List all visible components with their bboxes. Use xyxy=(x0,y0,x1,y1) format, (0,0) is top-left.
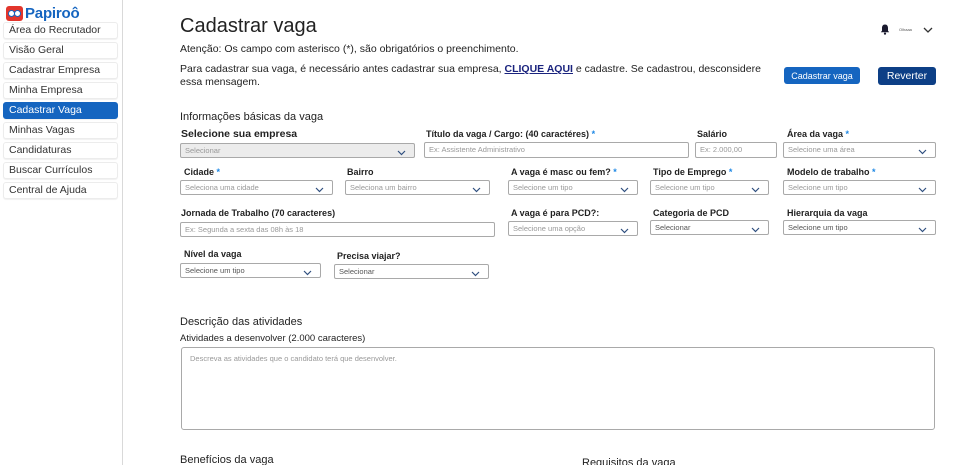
bairro-select[interactable]: Seleciona um bairro xyxy=(345,180,490,195)
titulo-input[interactable]: Ex: Assistente Administrativo xyxy=(424,142,689,158)
nivel-label: Nível da vaga xyxy=(184,249,242,259)
logo-mark-icon xyxy=(6,5,23,21)
brand-logo[interactable]: Papiroô xyxy=(0,0,122,22)
titulo-label-text: Título da vaga / Cargo: (40 caractéres) xyxy=(426,129,590,139)
pcd-label: A vaga é para PCD?: xyxy=(511,208,600,218)
section-basic-info: Informações básicas da vaga xyxy=(180,111,324,123)
sexo-label: A vaga é masc ou fem? * xyxy=(511,167,617,177)
sidebar-item-1[interactable]: Visão Geral xyxy=(3,42,118,59)
area-placeholder: Selecione uma área xyxy=(788,145,855,154)
categoria-pcd-select[interactable]: Selecionar xyxy=(650,220,769,235)
sidebar-item-5[interactable]: Minhas Vagas xyxy=(3,122,118,139)
tipo-emprego-label: Tipo de Emprego * xyxy=(653,167,732,177)
sidebar-item-6[interactable]: Candidaturas xyxy=(3,142,118,159)
area-select[interactable]: Selecione uma área xyxy=(783,142,936,158)
hierarquia-select[interactable]: Selecione um tipo xyxy=(783,220,936,235)
hierarquia-placeholder: Selecione um tipo xyxy=(788,223,848,232)
jornada-label: Jornada de Trabalho (70 caracteres) xyxy=(181,208,336,218)
required-notice: Atenção: Os campo com asterisco (*), são… xyxy=(180,43,519,55)
titulo-label: Título da vaga / Cargo: (40 caractéres) … xyxy=(426,129,595,139)
sexo-label-text: A vaga é masc ou fem? xyxy=(511,167,611,177)
area-label-text: Área da vaga xyxy=(787,129,844,139)
chevron-down-icon xyxy=(472,184,481,194)
sexo-select[interactable]: Selecione um tipo xyxy=(508,180,638,195)
cidade-label: Cidade * xyxy=(184,167,220,177)
viajar-label: Precisa viajar? xyxy=(337,251,401,261)
viajar-value: Selecionar xyxy=(339,267,375,276)
cidade-label-text: Cidade xyxy=(184,167,215,177)
cadastrar-vaga-button[interactable]: Cadastrar vaga xyxy=(784,67,860,84)
chevron-down-icon xyxy=(918,184,927,194)
salario-label: Salário xyxy=(697,129,728,139)
modelo-placeholder: Selecione um tipo xyxy=(788,183,848,192)
info-text-before: Para cadastrar sua vaga, é necessário an… xyxy=(180,63,505,75)
bairro-label: Bairro xyxy=(347,167,374,177)
sexo-placeholder: Selecione um tipo xyxy=(513,183,573,192)
chevron-down-icon xyxy=(315,184,324,194)
empresa-value: Selecionar xyxy=(185,146,221,155)
chevron-down-icon xyxy=(303,267,312,277)
nivel-placeholder: Selecione um tipo xyxy=(185,266,245,275)
required-mark: * xyxy=(728,167,733,177)
chevron-down-icon xyxy=(918,146,927,157)
tipo-emprego-placeholder: Selecione um tipo xyxy=(655,183,715,192)
empresa-select[interactable]: Selecionar xyxy=(180,143,415,158)
reverter-button[interactable]: Reverter xyxy=(878,67,936,85)
chevron-down-icon xyxy=(751,184,760,194)
bell-icon[interactable] xyxy=(880,24,890,35)
modelo-select[interactable]: Selecione um tipo xyxy=(783,180,936,195)
viajar-select[interactable]: Selecionar xyxy=(334,264,489,279)
bairro-placeholder: Seleciona um bairro xyxy=(350,183,417,192)
section-benefits: Benefícios da vaga xyxy=(180,454,274,465)
chevron-down-icon xyxy=(918,224,927,234)
area-label: Área da vaga * xyxy=(787,129,849,139)
chevron-down-icon xyxy=(471,268,480,278)
modelo-label: Modelo de trabalho * xyxy=(787,167,876,177)
pcd-placeholder: Selecione uma opção xyxy=(513,224,586,233)
atividades-textarea[interactable]: Descreva as atividades que o candidato t… xyxy=(181,347,935,430)
categoria-pcd-value: Selecionar xyxy=(655,223,691,232)
section-requirements: Requisitos da vaga xyxy=(582,457,676,465)
user-name[interactable]: Olhaaa xyxy=(899,27,915,32)
cidade-placeholder: Seleciona uma cidade xyxy=(185,183,259,192)
modelo-label-text: Modelo de trabalho xyxy=(787,167,870,177)
required-mark: * xyxy=(613,167,617,177)
sidebar-nav: Área do Recrutador Visão Geral Cadastrar E… xyxy=(0,22,122,199)
sidebar-item-4[interactable]: Cadastrar Vaga xyxy=(3,102,118,119)
categoria-pcd-label: Categoria de PCD xyxy=(653,208,730,218)
atividades-label: Atividades a desenvolver (2.000 caracter… xyxy=(180,333,366,344)
required-mark: * xyxy=(216,167,221,177)
chevron-down-icon[interactable] xyxy=(923,20,933,38)
cidade-select[interactable]: Seleciona uma cidade xyxy=(180,180,333,195)
empresa-label: Selecione sua empresa xyxy=(181,128,298,140)
chevron-down-icon xyxy=(620,184,629,194)
section-description: Descrição das atividades xyxy=(180,316,303,328)
hierarquia-label: Hierarquia da vaga xyxy=(787,208,868,218)
sidebar-item-8[interactable]: Central de Ajuda xyxy=(3,182,118,199)
info-message: Para cadastrar sua vaga, é necessário an… xyxy=(180,63,770,89)
sidebar-item-7[interactable]: Buscar Currículos xyxy=(3,162,118,179)
sidebar: Papiroô Área do Recrutador Visão Geral Cad… xyxy=(0,0,123,465)
salario-input[interactable]: Ex: 2.000,00 xyxy=(695,142,777,158)
clique-aqui-link[interactable]: CLIQUE AQUI xyxy=(505,63,573,75)
user-menu: Olhaaa xyxy=(880,20,933,38)
nivel-select[interactable]: Selecione um tipo xyxy=(180,263,321,278)
page-title: Cadastrar vaga xyxy=(180,15,317,37)
jornada-input[interactable]: Ex: Segunda a sexta das 08h às 18 xyxy=(180,222,495,237)
chevron-down-icon xyxy=(751,224,760,234)
required-mark: * xyxy=(845,129,850,139)
required-mark: * xyxy=(591,129,596,139)
pcd-select[interactable]: Selecione uma opção xyxy=(508,221,638,236)
chevron-down-icon xyxy=(620,225,629,235)
tipo-emprego-select[interactable]: Selecione um tipo xyxy=(650,180,769,195)
brand-name: Papiroô xyxy=(25,4,80,22)
sidebar-item-0[interactable]: Área do Recrutador xyxy=(3,22,118,39)
sidebar-item-2[interactable]: Cadastrar Empresa xyxy=(3,62,118,79)
chevron-down-icon xyxy=(397,147,406,157)
tipo-emprego-label-text: Tipo de Emprego xyxy=(653,167,727,177)
sidebar-item-3[interactable]: Minha Empresa xyxy=(3,82,118,99)
required-mark: * xyxy=(872,167,876,177)
